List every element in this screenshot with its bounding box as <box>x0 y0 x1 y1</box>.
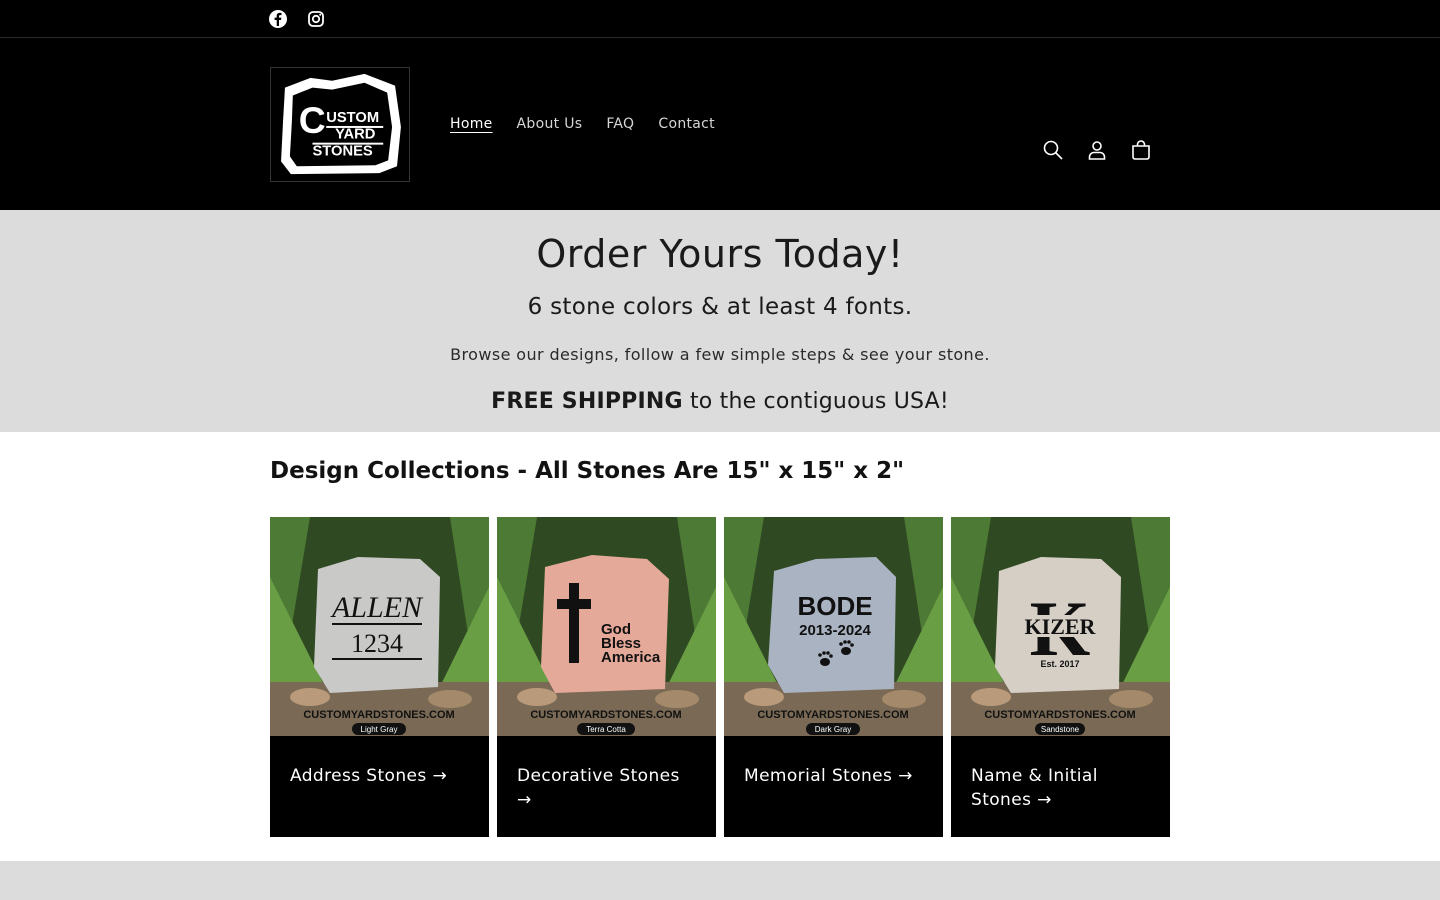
svg-text:ALLEN: ALLEN <box>330 591 424 624</box>
collection-card-label[interactable]: Memorial Stones → <box>724 736 943 788</box>
logo-line-2: YARD <box>335 127 376 143</box>
logo-line-1: USTOM <box>326 110 379 126</box>
collections-title: Design Collections - All Stones Are 15" … <box>270 458 904 484</box>
footer-strip <box>0 861 1440 900</box>
instagram-icon[interactable] <box>306 9 326 29</box>
svg-text:BODE: BODE <box>797 591 872 621</box>
collection-card-memorial[interactable]: BODE 2013-2024 CUSTOMYARDSTONES.COM Dark… <box>724 517 943 837</box>
facebook-icon[interactable] <box>268 9 288 29</box>
nav-home[interactable]: Home <box>438 112 505 136</box>
svg-text:CUSTOMYARDSTONES.COM: CUSTOMYARDSTONES.COM <box>530 709 681 721</box>
shipping-bold: FREE SHIPPING <box>491 389 683 414</box>
collections-title-rest: - All Stones Are 15" x 15" x 2" <box>509 458 905 484</box>
svg-text:CUSTOMYARDSTONES.COM: CUSTOMYARDSTONES.COM <box>757 709 908 721</box>
collection-card-label[interactable]: Name & Initial Stones → <box>951 736 1170 812</box>
svg-text:America: America <box>601 649 661 666</box>
header-icons <box>1042 139 1152 161</box>
main-nav: Home About Us FAQ Contact <box>438 112 727 136</box>
collection-card-label[interactable]: Address Stones → <box>270 736 489 788</box>
svg-text:CUSTOMYARDSTONES.COM: CUSTOMYARDSTONES.COM <box>303 709 454 721</box>
nav-faq[interactable]: FAQ <box>594 112 646 136</box>
social-bar <box>0 0 1440 38</box>
account-icon[interactable] <box>1086 139 1108 161</box>
collection-card-address[interactable]: ALLEN 1234 CUSTOMYARDSTONES.COM Light Gr… <box>270 517 489 837</box>
nav-about-us[interactable]: About Us <box>505 112 595 136</box>
nav-contact[interactable]: Contact <box>646 112 727 136</box>
svg-text:1234: 1234 <box>351 629 403 658</box>
svg-text:Terra Cotta: Terra Cotta <box>586 725 626 734</box>
site-header: C USTOM YARD STONES Home About Us FAQ Co… <box>0 38 1440 210</box>
design-collections: Design Collections - All Stones Are 15" … <box>0 432 1440 861</box>
collection-card-label[interactable]: Decorative Stones → <box>497 736 716 812</box>
name-initial-stone-image: K KIZER Est. 2017 CUSTOMYARDSTONES.COM S… <box>951 517 1170 736</box>
logo-line-3: STONES <box>312 143 372 159</box>
banner-body-text: Browse our designs, follow a few simple … <box>450 345 990 364</box>
svg-text:Dark Gray: Dark Gray <box>815 725 851 734</box>
cart-icon[interactable] <box>1130 139 1152 161</box>
svg-text:2013-2024: 2013-2024 <box>799 622 871 639</box>
collection-card-name-initial[interactable]: K KIZER Est. 2017 CUSTOMYARDSTONES.COM S… <box>951 517 1170 837</box>
banner-heading: Order Yours Today! <box>536 232 904 276</box>
banner-subheading: 6 stone colors & at least 4 fonts. <box>527 294 913 320</box>
svg-text:Sandstone: Sandstone <box>1041 725 1080 734</box>
svg-text:CUSTOMYARDSTONES.COM: CUSTOMYARDSTONES.COM <box>984 709 1135 721</box>
address-stone-image: ALLEN 1234 CUSTOMYARDSTONES.COM Light Gr… <box>270 517 489 736</box>
decorative-stone-image: God Bless America CUSTOMYARDSTONES.COM T… <box>497 517 716 736</box>
site-logo[interactable]: C USTOM YARD STONES <box>270 67 410 182</box>
banner-shipping-text: FREE SHIPPING to the contiguous USA! <box>0 389 1440 414</box>
collections-title-bold: Design Collections <box>270 458 510 484</box>
collection-card-decorative[interactable]: God Bless America CUSTOMYARDSTONES.COM T… <box>497 517 716 837</box>
logo-initial: C <box>299 99 326 141</box>
collection-grid: ALLEN 1234 CUSTOMYARDSTONES.COM Light Gr… <box>270 517 1170 837</box>
svg-text:Light Gray: Light Gray <box>361 725 398 734</box>
shipping-rest: to the contiguous USA! <box>682 389 949 414</box>
hero-banner: Order Yours Today! 6 stone colors & at l… <box>0 210 1440 432</box>
svg-text:Est. 2017: Est. 2017 <box>1040 659 1079 669</box>
svg-text:KIZER: KIZER <box>1025 614 1097 639</box>
memorial-stone-image: BODE 2013-2024 CUSTOMYARDSTONES.COM Dark… <box>724 517 943 736</box>
search-icon[interactable] <box>1042 139 1064 161</box>
